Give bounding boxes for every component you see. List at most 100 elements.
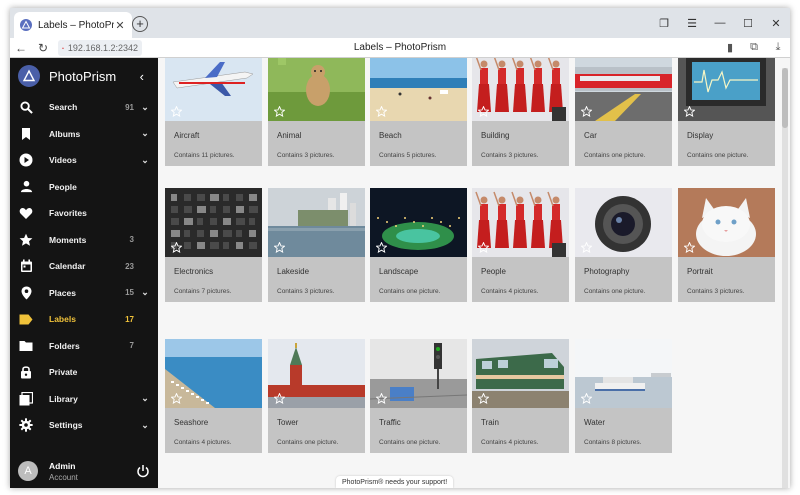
scrollbar-thumb[interactable] [782, 68, 788, 128]
chevron-down-icon[interactable]: ⌄ [140, 420, 150, 431]
star-icon[interactable] [684, 106, 695, 117]
label-card-animal[interactable]: Animal Contains 3 pictures. [268, 58, 365, 166]
label-title[interactable]: Building [481, 131, 509, 140]
star-icon[interactable] [274, 106, 285, 117]
label-card-portrait[interactable]: Portrait Contains 3 pictures. [678, 188, 775, 302]
chevron-down-icon[interactable]: ⌄ [140, 287, 150, 298]
collapse-sidebar-icon[interactable]: ‹ [140, 69, 150, 84]
label-card-traffic[interactable]: Traffic Contains one picture. [370, 339, 467, 453]
label-card-electronics[interactable]: Electronics Contains 7 pictures. [165, 188, 262, 302]
label-title[interactable]: Car [584, 131, 597, 140]
label-card-car[interactable]: Car Contains one picture. [575, 58, 672, 166]
sidebar-item-label: Favorites [49, 208, 87, 219]
star-icon[interactable] [684, 242, 695, 253]
maximize-icon[interactable]: ☐ [736, 11, 760, 35]
chevron-down-icon[interactable]: ⌄ [140, 393, 150, 404]
label-card-landscape[interactable]: Landscape Contains one picture. [370, 188, 467, 302]
star-icon[interactable] [171, 242, 182, 253]
star-icon[interactable] [581, 393, 592, 404]
star-icon[interactable] [581, 242, 592, 253]
label-title[interactable]: Water [584, 418, 605, 427]
back-button[interactable]: ← [10, 38, 32, 58]
download-icon[interactable]: ⤓ [766, 38, 790, 58]
chevron-down-icon[interactable]: ⌄ [140, 102, 150, 113]
label-title[interactable]: Lakeside [277, 267, 309, 276]
label-title[interactable]: Portrait [687, 267, 713, 276]
star-icon[interactable] [478, 106, 489, 117]
star-icon[interactable] [478, 393, 489, 404]
minimize-icon[interactable]: — [708, 11, 732, 35]
star-icon[interactable] [376, 242, 387, 253]
power-icon[interactable] [136, 464, 150, 478]
sidebar-item-moments[interactable]: Moments 3 [10, 227, 158, 254]
label-title[interactable]: Beach [379, 131, 402, 140]
label-card-display[interactable]: Display Contains one picture. [678, 58, 775, 166]
sidebar-item-folders[interactable]: Folders 7 [10, 333, 158, 360]
label-title[interactable]: Tower [277, 418, 298, 427]
label-title[interactable]: Display [687, 131, 713, 140]
label-title[interactable]: Electronics [174, 267, 213, 276]
star-icon[interactable] [171, 393, 182, 404]
label-title[interactable]: Aircraft [174, 131, 199, 140]
scrollbar[interactable] [782, 68, 788, 488]
label-title[interactable]: Photography [584, 267, 629, 276]
browser-tab[interactable]: Labels – PhotoPrism ✕ [14, 12, 132, 38]
url-field[interactable]: 192.168.1.2:2342 [58, 39, 142, 56]
label-card-people[interactable]: People Contains 4 pictures. [472, 188, 569, 302]
label-title[interactable]: Animal [277, 131, 301, 140]
sidebar-item-favorites[interactable]: Favorites [10, 200, 158, 227]
sidebar-item-calendar[interactable]: Calendar 23 [10, 253, 158, 280]
label-card-beach[interactable]: Beach Contains 5 pictures. [370, 58, 467, 166]
extensions-icon[interactable]: ⧉ [742, 38, 766, 58]
label-card-train[interactable]: Train Contains 4 pictures. [472, 339, 569, 453]
sidebar-item-videos[interactable]: Videos ⌄ [10, 147, 158, 174]
star-icon[interactable] [274, 242, 285, 253]
close-window-icon[interactable]: ✕ [764, 11, 788, 35]
star-icon[interactable] [581, 106, 592, 117]
sidebar-item-private[interactable]: Private [10, 359, 158, 386]
close-tab-icon[interactable]: ✕ [114, 19, 126, 32]
star-icon[interactable] [274, 393, 285, 404]
label-card-tower[interactable]: Tower Contains one picture. [268, 339, 365, 453]
label-card-photography[interactable]: Photography Contains one picture. [575, 188, 672, 302]
label-title[interactable]: Train [481, 418, 499, 427]
label-title[interactable]: Seashore [174, 418, 208, 427]
label-card-water[interactable]: Water Contains 8 pictures. [575, 339, 672, 453]
sidebar-item-search[interactable]: Search 91 ⌄ [10, 94, 158, 121]
sidebar-item-library[interactable]: Library ⌄ [10, 386, 158, 413]
sidebar-item-label: Videos [49, 155, 77, 166]
avatar[interactable]: A [18, 461, 38, 481]
label-title[interactable]: Traffic [379, 418, 401, 427]
bookmark-page-icon[interactable]: ▮ [718, 38, 742, 58]
support-banner[interactable]: PhotoPrism® needs your support! [336, 476, 454, 488]
collections-icon[interactable]: ❐ [652, 11, 676, 35]
calendar-icon [18, 258, 34, 274]
sidebar-item-label: Moments [49, 234, 87, 245]
chevron-down-icon[interactable]: ⌄ [140, 128, 150, 139]
reload-button[interactable]: ↻ [32, 38, 54, 58]
label-title[interactable]: Landscape [379, 267, 418, 276]
star-icon[interactable] [171, 106, 182, 117]
chevron-down-icon[interactable]: ⌄ [140, 155, 150, 166]
new-tab-button[interactable]: + [132, 16, 148, 32]
star-icon[interactable] [376, 106, 387, 117]
star-icon[interactable] [376, 393, 387, 404]
star-icon[interactable] [478, 242, 489, 253]
sidebar-item-albums[interactable]: Albums ⌄ [10, 121, 158, 148]
sidebar-item-people[interactable]: People [10, 174, 158, 201]
photoprism-logo-icon[interactable] [18, 65, 40, 87]
sidebar-item-settings[interactable]: Settings ⌄ [10, 412, 158, 439]
sidebar-item-labels[interactable]: Labels 17 [10, 306, 158, 333]
label-card-aircraft[interactable]: Aircraft Contains 11 pictures. [165, 58, 262, 166]
label-card-seashore[interactable]: Seashore Contains 4 pictures. [165, 339, 262, 453]
library-icon [18, 391, 34, 407]
brand: PhotoPrism ‹ [10, 58, 158, 94]
label-card-lakeside[interactable]: Lakeside Contains 3 pictures. [268, 188, 365, 302]
label-card-building[interactable]: Building Contains 3 pictures. [472, 58, 569, 166]
sidebar: PhotoPrism ‹ Search 91 ⌄ Albums ⌄ Videos ⌄ Peop… [10, 58, 158, 488]
account-section[interactable]: A Admin Account [10, 454, 158, 488]
menu-icon[interactable]: ☰ [680, 11, 704, 35]
sidebar-item-places[interactable]: Places 15 ⌄ [10, 280, 158, 307]
label-count: Contains 4 pictures. [481, 439, 539, 446]
label-title[interactable]: People [481, 267, 506, 276]
